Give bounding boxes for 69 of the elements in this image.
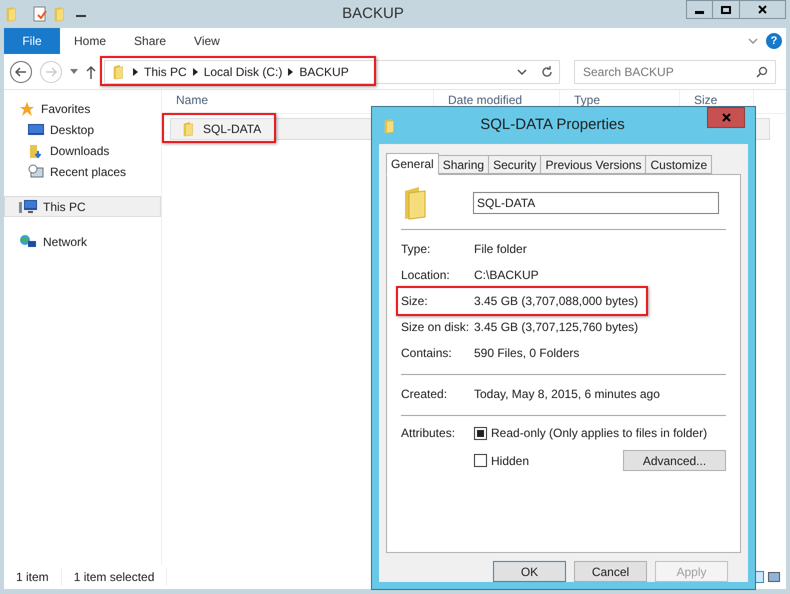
ribbon-tab[interactable]: Share — [120, 28, 180, 54]
property-value: 3.45 GB (3,707,088,000 bytes) — [474, 293, 638, 310]
nav-item[interactable]: Desktop — [4, 119, 161, 140]
help-button[interactable]: ? — [766, 33, 782, 49]
dropdown-caret-icon[interactable] — [517, 68, 527, 74]
nav-item[interactable]: Network — [4, 231, 161, 252]
dialog-button[interactable]: OK — [493, 561, 566, 582]
recent-locations-caret-icon[interactable] — [70, 69, 78, 74]
property-value: File folder — [474, 241, 527, 258]
left-arrow-icon — [15, 66, 27, 76]
ribbon-tab[interactable]: Home — [60, 28, 120, 54]
large-icons-view-icon[interactable] — [768, 572, 780, 582]
dialog-tab[interactable]: Security — [488, 155, 542, 174]
address-field[interactable]: This PC Local Disk (C:) BACKUP — [104, 60, 560, 84]
breadcrumb-item[interactable]: Local Disk (C:) — [204, 62, 282, 80]
property-label: Type: — [401, 241, 432, 258]
right-arrow-icon — [45, 66, 57, 76]
advanced-button[interactable]: Advanced... — [623, 450, 726, 471]
property-label: Size: — [401, 293, 429, 310]
expand-ribbon-icon[interactable] — [748, 38, 758, 44]
computer-icon — [19, 198, 37, 214]
dialog-button[interactable]: Cancel — [574, 561, 647, 582]
attribute-checkbox[interactable]: Read-only (Only applies to files in folder) — [474, 424, 708, 442]
property-value: 3.45 GB (3,707,125,760 bytes) — [474, 319, 638, 336]
property-label: Size on disk: — [401, 319, 470, 336]
dialog-tab[interactable]: Customize — [645, 155, 712, 174]
ribbon-tab[interactable]: File — [4, 28, 60, 54]
folder-download-icon — [28, 142, 44, 158]
refresh-icon[interactable] — [541, 66, 553, 78]
monitor-icon — [28, 122, 44, 136]
recent-places-icon — [28, 164, 44, 180]
nav-item[interactable]: This PC — [4, 196, 161, 217]
breadcrumb-chevron-icon[interactable] — [192, 68, 198, 76]
attributes-label: Attributes: — [401, 425, 456, 442]
folder-name-field[interactable]: SQL-DATA — [473, 192, 719, 214]
up-arrow-icon[interactable] — [86, 64, 96, 78]
breadcrumb-item[interactable]: BACKUP — [299, 62, 349, 80]
nav-item[interactable]: Favorites — [4, 98, 161, 119]
nav-item[interactable]: Recent places — [4, 161, 161, 182]
close-icon — [758, 5, 767, 14]
close-icon — [722, 113, 730, 122]
dialog-tab[interactable]: General — [386, 153, 439, 175]
close-button[interactable] — [740, 0, 786, 19]
dialog-title: SQL-DATA Properties — [479, 115, 626, 136]
property-value: C:\BACKUP — [474, 267, 539, 284]
ribbon-tab[interactable]: View — [180, 28, 234, 54]
property-value: Today, May 8, 2015, 6 minutes ago — [474, 386, 660, 403]
property-label: Created: — [401, 386, 448, 403]
dialog-tab[interactable]: Sharing — [438, 155, 490, 174]
window-title: BACKUP — [341, 4, 405, 24]
search-field[interactable]: Search BACKUP — [574, 60, 776, 84]
dialog-tab[interactable]: Previous Versions — [540, 155, 646, 174]
property-value: 590 Files, 0 Folders — [474, 345, 580, 362]
minimize-button[interactable] — [686, 0, 713, 19]
properties-icon[interactable] — [32, 6, 48, 22]
status-text: 1 item selected — [62, 568, 168, 586]
property-label: Location: — [401, 267, 451, 284]
star-icon — [19, 100, 35, 116]
nav-item[interactable]: Downloads — [4, 140, 161, 161]
maximize-button[interactable] — [713, 0, 740, 19]
breadcrumb-item[interactable]: This PC — [144, 62, 187, 80]
search-icon — [756, 66, 768, 78]
breadcrumb-chevron-icon[interactable] — [133, 68, 138, 76]
back-button[interactable] — [10, 60, 32, 82]
breadcrumb-chevron-icon[interactable] — [288, 68, 294, 76]
status-text: 1 item — [4, 568, 62, 586]
attribute-checkbox[interactable]: Hidden — [474, 452, 530, 470]
property-label: Contains: — [401, 345, 453, 362]
network-globe-icon — [19, 234, 37, 250]
